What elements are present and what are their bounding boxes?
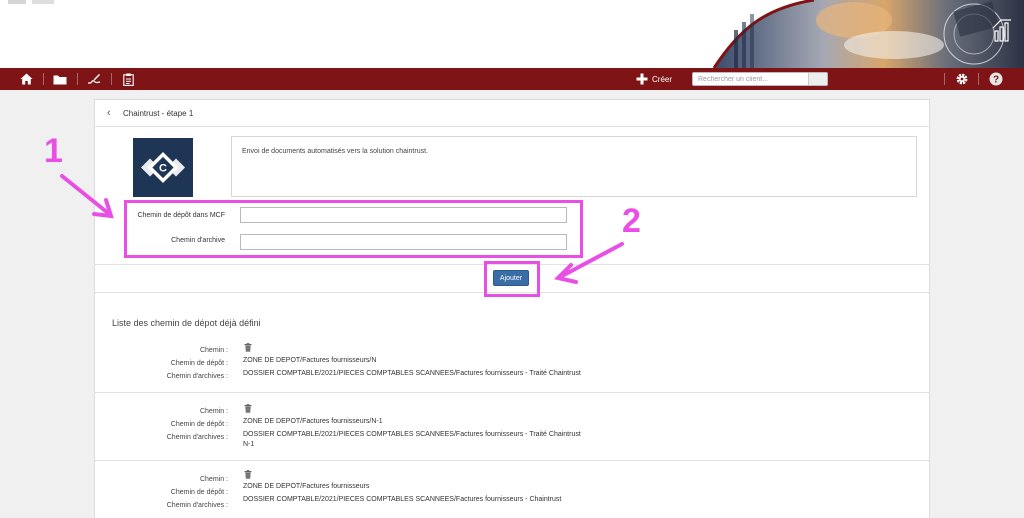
annotation-arrows	[60, 174, 624, 284]
